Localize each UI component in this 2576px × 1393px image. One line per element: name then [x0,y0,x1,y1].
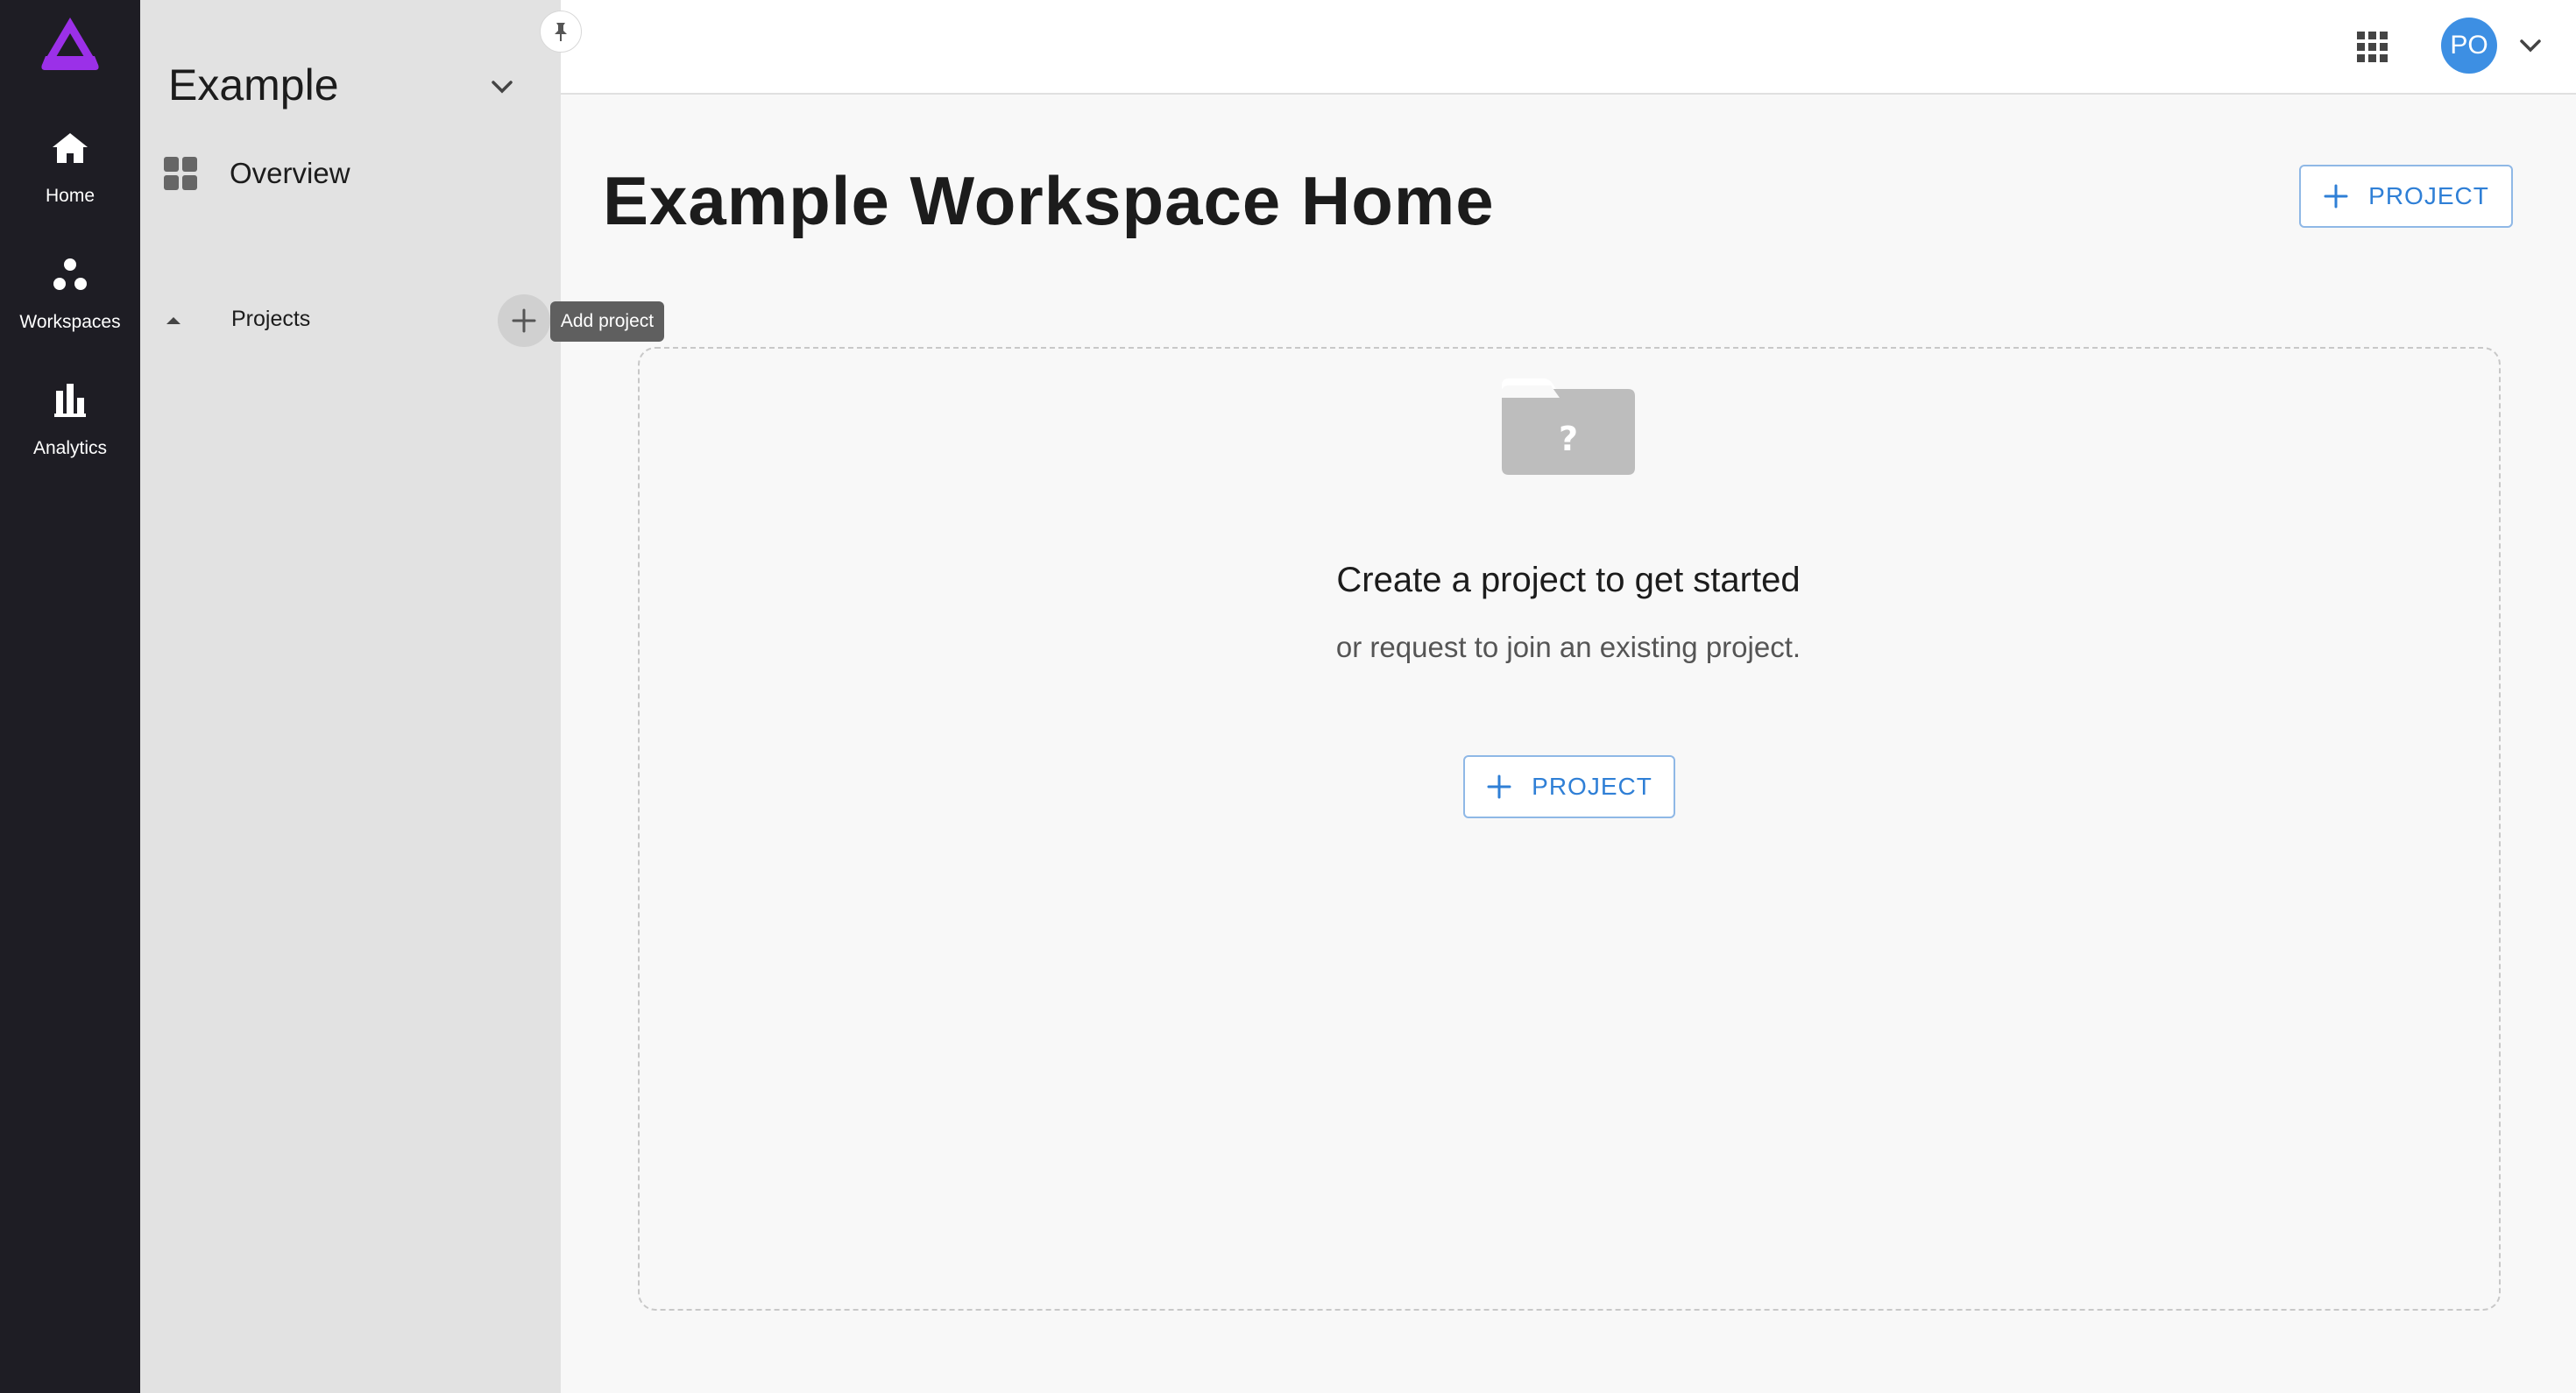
folder-question-icon: ? [1502,378,1635,475]
rail-item-workspaces[interactable]: Workspaces [0,254,140,368]
projects-section-header: Projects [161,294,550,347]
folder-glyph: ? [1559,420,1578,458]
add-project-button-empty-state[interactable]: PROJECT [1463,755,1675,818]
brand-logo-icon[interactable] [39,14,102,74]
projects-label: Projects [231,307,311,331]
add-project-button[interactable] [498,294,550,347]
home-icon [53,133,88,163]
apps-grid-icon[interactable] [2353,28,2392,67]
pin-sidebar-button[interactable] [540,11,582,53]
rail-item-analytics[interactable]: Analytics [0,380,140,494]
bar-chart-icon [54,384,86,417]
add-project-button-header[interactable]: PROJECT [2299,165,2513,228]
plus-icon [2324,184,2348,209]
rail-item-label: Analytics [32,438,108,458]
workspaces-icon [53,258,87,290]
page-title: Example Workspace Home [603,162,1495,239]
empty-state-card [638,347,2501,1311]
primary-rail: Home Workspaces Analytics [0,0,140,1393]
button-label: PROJECT [2368,182,2489,209]
sidebar-item-overview[interactable]: Overview [163,149,531,198]
plus-icon [1487,774,1511,799]
chevron-down-icon[interactable] [2516,32,2544,60]
app-root: Home Workspaces Analytics Example Overvi… [0,0,2576,1393]
empty-state-title: Create a project to get started [1336,561,1801,599]
workspace-sidebar: Example Overview Projects [140,0,561,1393]
chevron-down-icon[interactable] [487,72,517,102]
empty-state-subtitle: or request to join an existing project. [1335,631,1801,663]
user-avatar[interactable]: PO [2441,18,2497,74]
workspace-name: Example [168,60,339,110]
rail-item-home[interactable]: Home [0,128,140,242]
rail-item-label: Workspaces [19,312,121,332]
dashboard-grid-icon [164,157,197,190]
top-bar: PO [561,0,2576,95]
button-label: PROJECT [1532,773,1652,800]
add-project-tooltip: Add project [550,301,664,342]
plus-icon [512,308,536,333]
sidebar-item-label: Overview [230,157,350,189]
caret-up-icon[interactable] [161,308,186,333]
pin-icon [555,23,567,41]
rail-item-label: Home [45,186,96,206]
